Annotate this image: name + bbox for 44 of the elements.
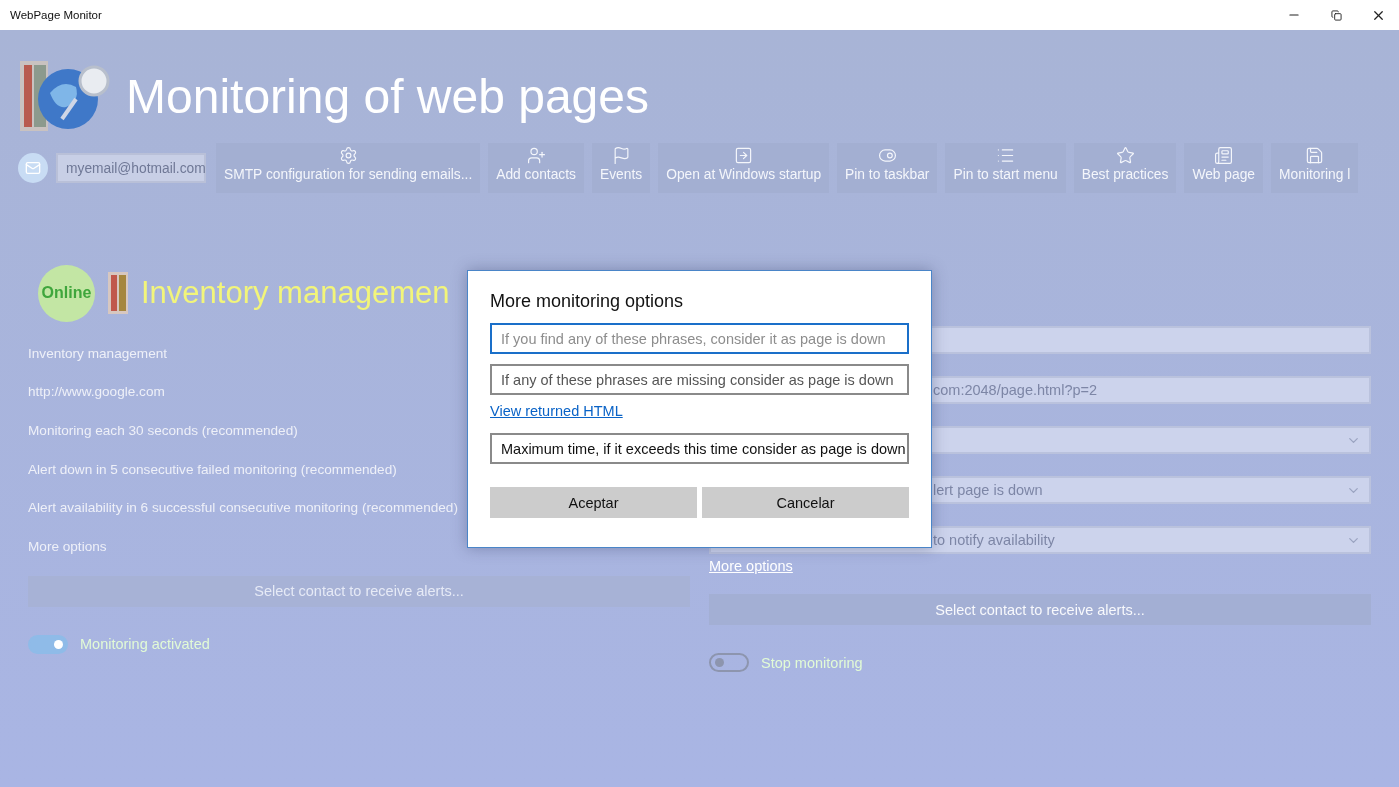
monitor-name: Inventory managemen <box>141 275 450 311</box>
list-icon <box>996 146 1016 165</box>
toggle-icon <box>877 146 897 165</box>
save-icon <box>1305 146 1325 165</box>
contact-button[interactable]: Select contact to receive alerts... <box>709 594 1371 625</box>
book-icon <box>107 271 129 315</box>
dropdown-field[interactable]: Maximum time, if it exceeds this time consider as page is down <box>490 433 909 464</box>
toggle-label: Stop monitoring <box>761 654 863 671</box>
settings-icon <box>338 146 358 165</box>
window-title: WebPage Monitor <box>10 9 103 21</box>
toolbar-button[interactable]: Best practices <box>1073 143 1177 193</box>
toolbar-button[interactable]: Monitoring l <box>1271 143 1359 193</box>
toolbar-button[interactable]: Pin to taskbar <box>837 143 938 193</box>
app-title: Monitoring of web pages <box>126 68 649 124</box>
toolbar-button[interactable]: Web page <box>1184 143 1264 193</box>
user-plus-icon <box>526 146 546 165</box>
toggle-switch[interactable] <box>709 653 749 672</box>
toolbar-button[interactable]: Pin to start menu <box>945 143 1066 193</box>
online-status: Online <box>38 264 95 322</box>
dialog-title: More monitoring options <box>490 291 685 312</box>
star-icon <box>1115 146 1135 165</box>
email-field[interactable]: myemail@hotmail.com <box>56 153 206 183</box>
detail-text: http://www.google.com <box>28 383 165 402</box>
view-html-link[interactable]: View returned HTML <box>490 403 623 419</box>
detail-text: Alert down in 5 consecutive failed monitoring (recommended) <box>28 460 397 479</box>
more-options-link[interactable]: More options <box>709 558 793 574</box>
arrow-box-icon <box>734 146 754 165</box>
toggle-switch[interactable] <box>28 634 68 654</box>
toolbar-button[interactable]: Open at Windows startup <box>658 143 830 193</box>
dialog-button[interactable]: Cancelar <box>702 487 909 518</box>
detail-text: Monitoring each 30 seconds (recommended) <box>28 422 298 440</box>
detail-text: Inventory management <box>28 344 168 363</box>
detail-text: More options <box>28 537 107 556</box>
detail-text: Alert availability in 6 successful consecutive monitoring (recommended) <box>28 499 458 518</box>
input-field[interactable]: If you find any of these phrases, consider it as page is down <box>490 323 909 354</box>
dialog-button[interactable]: Aceptar <box>490 487 697 518</box>
toolbar-button[interactable]: SMTP configuration for sending emails... <box>216 143 481 193</box>
newspaper-icon <box>1214 146 1234 165</box>
toolbar-button[interactable]: Add contacts <box>488 143 584 193</box>
input-field[interactable]: If any of these phrases are missing consider as page is down <box>490 364 909 395</box>
contact-button[interactable]: Select contact to receive alerts... <box>28 575 690 607</box>
toggle-label: Monitoring activated <box>80 636 210 653</box>
mail-icon <box>18 153 48 183</box>
toolbar-button[interactable]: Events <box>592 143 651 193</box>
